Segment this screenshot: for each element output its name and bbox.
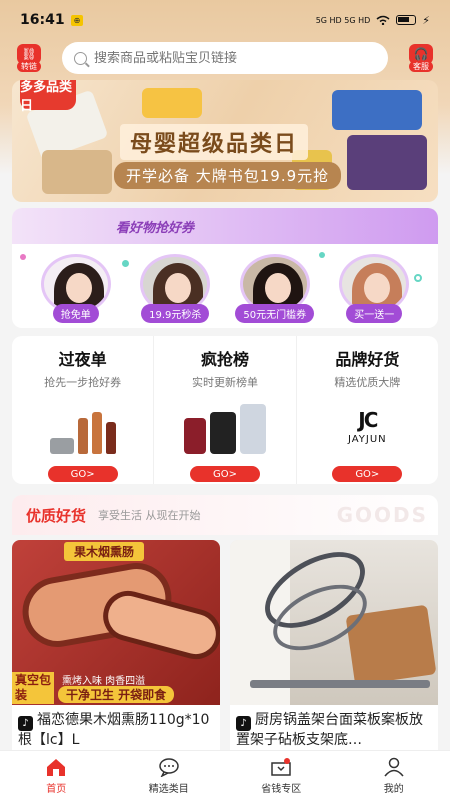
category-subtitle: 实时更新榜单 [191, 376, 258, 389]
coupon-item[interactable]: 抢免单 [36, 254, 116, 323]
wifi-icon [376, 15, 390, 25]
product-image [332, 90, 422, 130]
image-tag-flavor: 熏烤入味 肉香四溢 [62, 676, 146, 687]
image-tag-clean: 干净卫生 开袋即食 [58, 686, 175, 703]
customer-service-label: 客服 [409, 61, 433, 72]
wallet-icon [270, 757, 292, 777]
search-icon [74, 51, 87, 65]
product-name: 厨房锅盖架台面菜板案板放置架子砧板支架底… [236, 712, 423, 748]
coupon-item[interactable]: 买一送一 [334, 254, 414, 323]
coupon-tag: 抢免单 [52, 304, 99, 323]
go-button[interactable]: GO> [189, 466, 260, 482]
chat-icon [158, 757, 180, 777]
coupon-tag: 19.9元秒杀 [141, 304, 210, 323]
category-hot-list[interactable]: 疯抢榜 实时更新榜单 GO> [153, 336, 295, 484]
brand-logo-mark: JC [358, 407, 378, 432]
section-en-title: GOODS [336, 503, 428, 527]
section-title: 优质好货 [26, 506, 87, 525]
status-time: 16:41 [20, 12, 65, 28]
convert-link-label: 转链 [17, 61, 41, 72]
category-overnight[interactable]: 过夜单 抢先一步抢好券 GO> [12, 336, 153, 484]
product-image: 果木烟熏肠 真空包装 熏烤入味 肉香四溢 干净卫生 开袋即食 [12, 540, 220, 705]
status-bar: 16:41 ⊕ 5G HD 5G HD ⚡ [0, 0, 450, 40]
tab-savings[interactable]: 省钱专区 [225, 751, 338, 800]
customer-service-button[interactable]: 🎧 客服 [404, 44, 438, 72]
section-subtitle: 享受生活 从现在开始 [98, 509, 201, 522]
promo-banner[interactable]: 多多品类日 母婴超级品类日 开学必备 大牌书包19.9元抢 [12, 80, 438, 202]
product-card[interactable]: ♪ 厨房锅盖架台面菜板案板放置架子砧板支架底… [230, 540, 438, 755]
tab-label: 精选类目 [148, 783, 189, 795]
image-banner: 果木烟熏肠 [64, 542, 145, 561]
coupon-card: 看好物抢好券 抢免单 19.9元秒杀 50元无门槛券 买一送一 [12, 208, 438, 328]
category-title: 过夜单 [58, 350, 107, 369]
category-image [175, 398, 275, 454]
category-subtitle: 精选优质大牌 [334, 376, 401, 389]
category-card: 过夜单 抢先一步抢好券 GO> 疯抢榜 实时更新榜单 GO> 品牌好货 精选优质… [12, 336, 438, 484]
banner-title: 母婴超级品类日 [120, 124, 309, 160]
search-row: ⛓ 转链 🎧 客服 [0, 38, 450, 78]
decor-dot [20, 254, 26, 260]
tab-profile[interactable]: 我的 [338, 751, 450, 800]
network-indicator: 5G HD 5G HD [315, 15, 371, 25]
go-button[interactable]: GO> [47, 466, 118, 482]
product-name: 福恋德果木烟熏肠110g*10根【lc】L [18, 712, 210, 748]
coupon-tag: 50元无门槛券 [235, 304, 315, 323]
product-image [347, 135, 427, 190]
banner-subtitle: 开学必备 大牌书包19.9元抢 [114, 162, 342, 189]
category-title: 品牌好货 [335, 350, 400, 369]
decor-dot [122, 260, 129, 267]
tab-home[interactable]: 首页 [0, 751, 113, 800]
home-icon [45, 757, 67, 777]
status-icons: 5G HD 5G HD ⚡ [316, 14, 430, 27]
douyin-icon: ♪ [236, 716, 251, 731]
product-image [142, 88, 202, 118]
douyin-icon: ♪ [18, 716, 33, 731]
product-image [42, 150, 112, 194]
goods-grid: 果木烟熏肠 真空包装 熏烤入味 肉香四溢 干净卫生 开袋即食 ♪ 福恋德果木烟熏肠… [12, 540, 438, 755]
category-brand-goods[interactable]: 品牌好货 精选优质大牌 JC JAYJUN GO> [295, 336, 438, 484]
convert-link-button[interactable]: ⛓ 转链 [12, 44, 46, 72]
tab-categories[interactable]: 精选类目 [113, 751, 226, 800]
product-image [230, 540, 438, 705]
product-card[interactable]: 果木烟熏肠 真空包装 熏烤入味 肉香四溢 干净卫生 开袋即食 ♪ 福恋德果木烟熏肠… [12, 540, 220, 755]
image-tag-packaging: 真空包装 [12, 672, 54, 704]
bottom-tab-bar: 首页 精选类目 省钱专区 我的 [0, 750, 450, 800]
product-title: ♪ 厨房锅盖架台面菜板案板放置架子砧板支架底… [230, 705, 438, 753]
category-subtitle: 抢先一步抢好券 [44, 376, 122, 389]
decor-dot [414, 274, 422, 282]
search-input[interactable] [94, 50, 376, 66]
product-title: ♪ 福恋德果木烟熏肠110g*10根【lc】L [12, 705, 220, 753]
go-button[interactable]: GO> [332, 466, 403, 482]
status-badge: ⊕ [70, 14, 84, 26]
category-title: 疯抢榜 [200, 350, 249, 369]
charging-icon: ⚡ [422, 13, 430, 27]
coupon-heading: 看好物抢好券 [12, 208, 438, 244]
rack-image [250, 680, 430, 688]
banner-logo: 多多品类日 [20, 80, 76, 114]
tab-label: 首页 [46, 783, 67, 795]
category-image [33, 398, 133, 454]
user-icon [383, 757, 405, 777]
brand-logo-text: JAYJUN [347, 433, 387, 445]
search-bar[interactable] [62, 42, 388, 74]
decor-dot [319, 252, 325, 258]
tab-label: 省钱专区 [261, 783, 302, 795]
coupon-item[interactable]: 50元无门槛券 [235, 254, 315, 323]
section-header: 优质好货 享受生活 从现在开始 GOODS [12, 495, 438, 535]
coupon-tag: 买一送一 [346, 304, 403, 323]
tab-label: 我的 [383, 783, 404, 795]
brand-logo: JC JAYJUN [317, 398, 417, 454]
battery-icon [396, 15, 417, 25]
coupon-item[interactable]: 19.9元秒杀 [135, 254, 215, 323]
